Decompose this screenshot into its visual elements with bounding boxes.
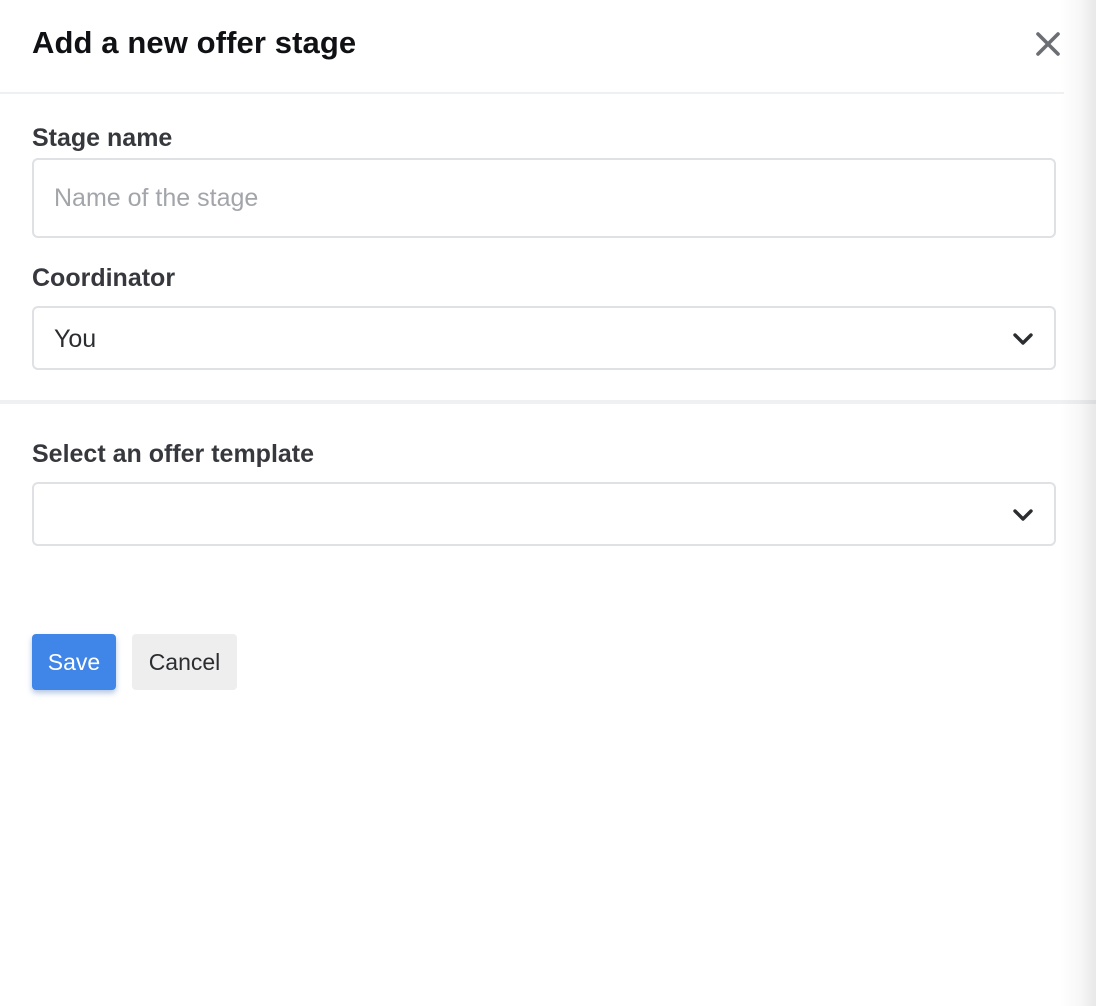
offer-template-select[interactable] xyxy=(32,482,1056,546)
coordinator-selected-value: You xyxy=(54,325,97,353)
stage-name-input[interactable] xyxy=(32,158,1056,238)
panel-edge-shadow xyxy=(1060,0,1096,1006)
offer-template-label: Select an offer template xyxy=(32,440,315,468)
coordinator-label: Coordinator xyxy=(32,264,176,292)
close-button[interactable] xyxy=(1030,26,1066,62)
cancel-button[interactable]: Cancel xyxy=(132,634,237,690)
dialog-title: Add a new offer stage xyxy=(32,25,357,60)
close-icon xyxy=(1036,32,1060,56)
chevron-down-icon xyxy=(1013,333,1033,345)
save-button[interactable]: Save xyxy=(32,634,116,690)
coordinator-select[interactable]: You xyxy=(32,306,1056,370)
stage-name-label: Stage name xyxy=(32,124,173,152)
offer-stage-panel: Add a new offer stage Stage name Coordin… xyxy=(0,0,1096,1006)
section-divider xyxy=(0,400,1096,404)
chevron-down-icon xyxy=(1013,509,1033,521)
dialog-header: Add a new offer stage xyxy=(0,0,1064,94)
